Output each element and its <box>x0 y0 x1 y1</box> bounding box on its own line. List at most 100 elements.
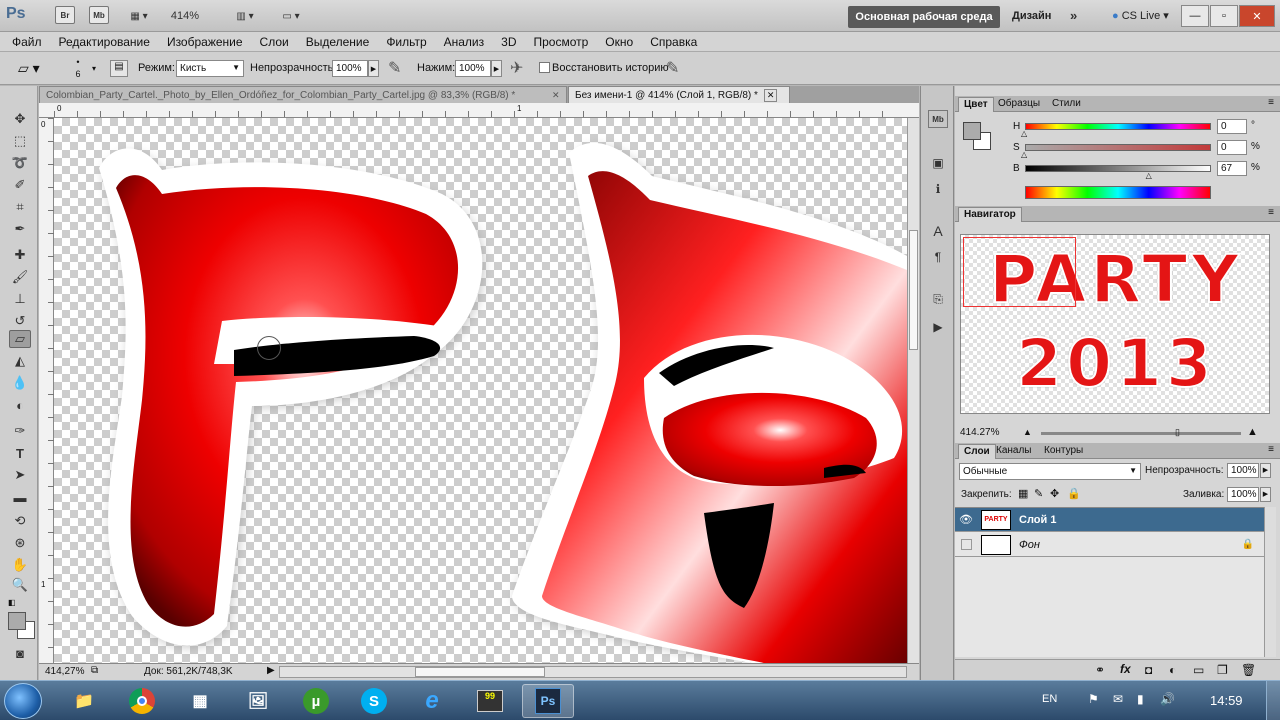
panel-menu-icon[interactable]: ≡ <box>1268 444 1274 455</box>
brightness-slider[interactable] <box>1025 165 1211 172</box>
rectangle-tool-icon[interactable]: ▬ <box>9 488 31 506</box>
utorrent-taskbar-icon[interactable]: µ <box>290 684 342 718</box>
menu-file[interactable]: Файл <box>12 35 42 49</box>
zoom-level-field[interactable]: 414% <box>165 6 205 26</box>
tab-styles[interactable]: Стили <box>1047 97 1086 112</box>
ruler-vertical[interactable]: 0 1 <box>39 118 54 663</box>
bridge-button[interactable]: Br <box>55 6 75 24</box>
scrollbar-thumb[interactable] <box>415 667 545 677</box>
hand-tool-icon[interactable]: ✋ <box>9 556 31 574</box>
chrome-taskbar-icon[interactable] <box>116 684 168 718</box>
saturation-input[interactable]: 0 <box>1217 140 1247 155</box>
cs-live-button[interactable]: ● CS Live ▾ <box>1112 9 1169 22</box>
type-tool-icon[interactable]: T <box>9 444 31 462</box>
tab-navigator[interactable]: Навигатор <box>958 207 1022 222</box>
brush-size-dropdown-arrow[interactable]: ▾ <box>92 64 96 73</box>
clone-source-panel-icon[interactable]: ⎘ <box>928 290 948 308</box>
tab-untitled-1[interactable]: Без имени-1 @ 414% (Слой 1, RGB/8) * ✕ <box>568 86 790 103</box>
3d-orbit-tool-icon[interactable]: ⊛ <box>9 534 31 552</box>
pressure-size-icon[interactable]: ✎ <box>666 58 679 78</box>
layer-row-layer-1[interactable]: 👁 PARTY Слой 1 <box>955 508 1264 532</box>
history-panel-icon[interactable]: ▣ <box>928 154 948 172</box>
airbrush-icon[interactable]: ✈ <box>510 58 523 78</box>
quick-selection-tool-icon[interactable]: ✐ <box>9 176 31 194</box>
maximize-button[interactable]: ▫ <box>1210 5 1238 27</box>
character-panel-icon[interactable]: A <box>928 222 948 240</box>
workspace-design-button[interactable]: Дизайн <box>1012 10 1051 22</box>
workspace-essentials-button[interactable]: Основная рабочая среда <box>848 6 1000 28</box>
marquee-tool-icon[interactable]: ⬚ <box>9 132 31 150</box>
color-spectrum-bar[interactable] <box>1025 186 1211 199</box>
quick-mask-icon[interactable]: ◙ <box>9 644 31 662</box>
link-layers-icon[interactable]: ⚭ <box>1095 663 1105 677</box>
3d-rotate-tool-icon[interactable]: ⟲ <box>9 512 31 530</box>
paint-bucket-tool-icon[interactable]: ◭ <box>9 352 31 370</box>
tab-color[interactable]: Цвет <box>958 97 994 112</box>
menu-image[interactable]: Изображение <box>167 35 243 49</box>
layer-opacity-arrow[interactable]: ▶ <box>1260 463 1271 478</box>
eye-icon[interactable]: 👁 <box>955 513 977 526</box>
status-menu-arrow-icon[interactable]: ▶ <box>267 665 275 676</box>
photo-viewer-taskbar-icon[interactable]: 🖼 <box>232 684 284 718</box>
layer-name[interactable]: Фон <box>1019 539 1040 551</box>
hue-slider[interactable] <box>1025 123 1211 130</box>
workspace-more-button[interactable]: » <box>1070 8 1077 23</box>
paragraph-panel-icon[interactable]: ¶ <box>928 248 948 266</box>
default-colors-icon[interactable]: ◧ <box>8 598 16 607</box>
tab-swatches[interactable]: Образцы <box>993 97 1045 112</box>
vertical-scrollbar[interactable] <box>907 118 919 663</box>
skype-taskbar-icon[interactable]: S <box>348 684 400 718</box>
blur-tool-icon[interactable]: 💧 <box>9 374 31 392</box>
brightness-slider-thumb[interactable]: △ <box>1146 171 1152 180</box>
tab-channels[interactable]: Каналы <box>991 444 1037 459</box>
close-button[interactable]: ✕ <box>1239 5 1275 27</box>
lasso-tool-icon[interactable]: ➰ <box>9 154 31 172</box>
internet-explorer-taskbar-icon[interactable]: e <box>406 684 458 718</box>
document-canvas[interactable] <box>54 118 907 663</box>
layer-mask-icon[interactable]: ◘ <box>1145 663 1152 677</box>
brush-panel-toggle-icon[interactable]: ▤ <box>110 60 128 77</box>
pressure-opacity-icon[interactable]: ✎ <box>388 58 401 78</box>
brush-tool-icon[interactable]: 🖌 <box>9 268 31 286</box>
brightness-input[interactable]: 67 <box>1217 161 1247 176</box>
horizontal-scrollbar[interactable] <box>279 666 907 678</box>
zoom-out-icon[interactable]: ▲ <box>1023 427 1032 437</box>
mini-bridge-panel-icon[interactable]: Mb <box>928 110 948 128</box>
clock[interactable]: 14:59 <box>1210 693 1243 708</box>
show-desktop-button[interactable] <box>1266 681 1280 720</box>
zoom-status[interactable]: 414,27% <box>45 666 84 677</box>
screen-mode-button[interactable]: ▭ ▾ <box>272 6 310 26</box>
hue-input[interactable]: 0 <box>1217 119 1247 134</box>
calculator-taskbar-icon[interactable]: ▦ <box>174 684 226 718</box>
info-panel-icon[interactable]: ℹ <box>928 180 948 198</box>
fill-arrow[interactable]: ▶ <box>1260 487 1271 502</box>
network-icon[interactable]: ⚑ <box>1088 692 1099 706</box>
lock-transparent-icon[interactable]: ▦ <box>1018 487 1028 500</box>
menu-help[interactable]: Справка <box>650 35 697 49</box>
eraser-tool-icon[interactable]: ▱ <box>9 330 31 348</box>
pen-tool-icon[interactable]: ✑ <box>9 422 31 440</box>
layer-style-icon[interactable]: fx <box>1120 662 1131 676</box>
move-tool-icon[interactable]: ✥ <box>9 110 31 128</box>
panel-menu-icon[interactable]: ≡ <box>1268 207 1274 218</box>
actions-panel-icon[interactable]: ▶ <box>928 318 948 336</box>
tab-paths[interactable]: Контуры <box>1039 444 1088 459</box>
flag-icon[interactable]: ✉ <box>1113 692 1123 706</box>
tab-colombian-party-cartel[interactable]: Colombian_Party_Cartel._Photo_by_Ellen_O… <box>39 86 567 103</box>
photoshop-taskbar-icon[interactable]: Ps <box>522 684 574 718</box>
flow-slider-arrow[interactable]: ▶ <box>491 60 502 77</box>
navigator-view-box[interactable] <box>963 237 1076 307</box>
menu-select[interactable]: Выделение <box>306 35 370 49</box>
menu-edit[interactable]: Редактирование <box>59 35 150 49</box>
arrange-documents-button[interactable]: ▥ ▾ <box>228 6 262 26</box>
close-tab-icon[interactable]: ✕ <box>552 90 560 101</box>
lock-all-icon[interactable]: 🔒 <box>1067 487 1081 500</box>
layer-name[interactable]: Слой 1 <box>1019 514 1056 526</box>
volume-icon[interactable]: 🔊 <box>1160 692 1175 706</box>
history-brush-tool-icon[interactable]: ↺ <box>9 312 31 330</box>
menu-view[interactable]: Просмотр <box>533 35 588 49</box>
saturation-slider[interactable] <box>1025 144 1211 151</box>
navigator-zoom-slider[interactable] <box>1041 432 1241 435</box>
navigator-zoom-value[interactable]: 414.27% <box>960 427 999 438</box>
lock-image-icon[interactable]: ✎ <box>1034 487 1043 500</box>
